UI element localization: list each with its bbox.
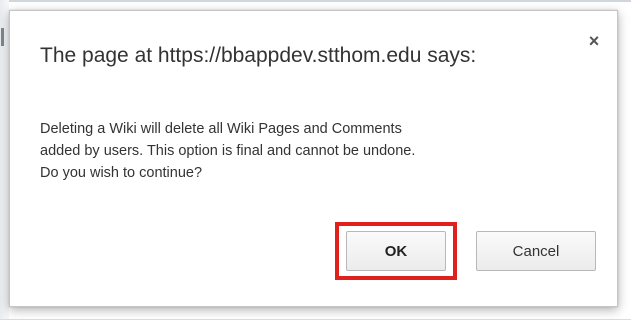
page-left-marker	[1, 28, 4, 46]
dialog-message: Deleting a Wiki will delete all Wiki Pag…	[40, 118, 580, 184]
page-top-border	[0, 0, 631, 2]
page-left-edge	[0, 0, 9, 320]
ok-button[interactable]: OK	[346, 231, 446, 271]
dialog-message-line: added by users. This option is final and…	[40, 143, 416, 159]
dialog-message-line: Do you wish to continue?	[40, 165, 203, 181]
close-icon[interactable]: ×	[583, 30, 605, 52]
dialog-title: The page at https://bbappdev.stthom.edu …	[40, 44, 477, 67]
dialog-message-line: Deleting a Wiki will delete all Wiki Pag…	[40, 121, 402, 137]
cancel-button[interactable]: Cancel	[476, 231, 596, 271]
confirm-dialog: The page at https://bbappdev.stthom.edu …	[9, 10, 618, 307]
screen: The page at https://bbappdev.stthom.edu …	[0, 0, 631, 320]
